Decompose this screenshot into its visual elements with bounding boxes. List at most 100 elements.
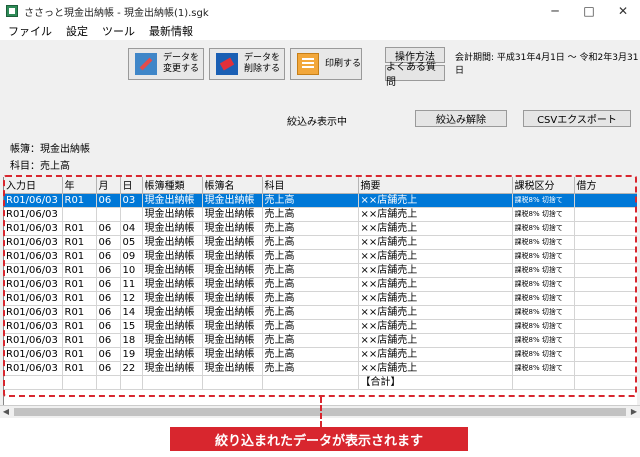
table-cell: 06: [96, 361, 121, 376]
maximize-button[interactable]: □: [572, 0, 606, 22]
table-row[interactable]: R01/06/03 R01 06 15 現金出納帳 現金出納帳 売上高 ××店舗売上 課税8% …: [4, 319, 637, 334]
table-cell: ××店舗売上: [358, 291, 513, 306]
table-row[interactable]: R01/06/03 R01 06 14 現金出納帳 現金出納帳 売上高 ××店舗売上 課税8% …: [4, 305, 637, 320]
menu-file[interactable]: ファイル: [8, 23, 52, 39]
clear-filter-button[interactable]: 絞込み解除: [415, 110, 507, 127]
scroll-right-icon[interactable]: ▶: [628, 406, 640, 418]
table-cell: 売上高: [262, 221, 359, 236]
table-row[interactable]: R01/06/03 R01 06 05 現金出納帳 現金出納帳 売上高 ××店舗売上 課税8% …: [4, 235, 637, 250]
table-row[interactable]: R01/06/03 R01 06 22 現金出納帳 現金出納帳 売上高 ××店舗売上 課税8% …: [4, 361, 637, 376]
table-cell: 現金出納帳: [142, 193, 203, 208]
table-row[interactable]: R01/06/03 R01 06 03 現金出納帳 現金出納帳 売上高 ××店舗売上 課税8% …: [4, 193, 637, 208]
faq-button[interactable]: よくある質問: [385, 62, 445, 88]
table-cell: R01: [62, 193, 97, 208]
table-cell: 06: [96, 235, 121, 250]
table-cell: 0: [574, 221, 637, 236]
close-button[interactable]: ✕: [606, 0, 640, 22]
table-cell: 現金出納帳: [202, 207, 263, 222]
table-cell: R01: [62, 235, 97, 250]
table-cell: 0: [574, 207, 637, 222]
column-header[interactable]: 課税区分: [512, 177, 575, 194]
callout-connector: [320, 397, 322, 427]
table-cell: [4, 375, 63, 390]
edit-data-button[interactable]: データを 変更する: [128, 48, 204, 80]
table-cell: [120, 375, 143, 390]
table-cell: 現金出納帳: [202, 333, 263, 348]
table-cell: R01: [62, 319, 97, 334]
table-cell: [120, 207, 143, 222]
delete-data-button[interactable]: データを 削除する: [209, 48, 285, 80]
table-row[interactable]: R01/06/03 R01 06 12 現金出納帳 現金出納帳 売上高 ××店舗売上 課税8% …: [4, 291, 637, 306]
book-label: 帳簿：現金出納帳: [10, 144, 90, 155]
window-title: ささっと現金出納帳 - 現金出納帳(1).sgk: [24, 7, 209, 19]
table-cell: R01/06/03: [4, 319, 63, 334]
table-cell: R01: [62, 333, 97, 348]
data-grid[interactable]: 入力日年月日帳簿種類 帳簿名 科目 摘要 課税区分 借方 R01/06/03 R01 06 03…: [3, 177, 637, 405]
menu-tools[interactable]: ツール: [102, 23, 135, 39]
menu-news[interactable]: 最新情報: [149, 23, 193, 39]
table-row[interactable]: R01/06/03 R01 06 11 現金出納帳 現金出納帳 売上高 ××店舗売上 課税8% …: [4, 277, 637, 292]
table-row[interactable]: R01/06/03 R01 06 04 現金出納帳 現金出納帳 売上高 ××店舗売上 課税8% …: [4, 221, 637, 236]
table-cell: R01/06/03: [4, 305, 63, 320]
table-cell: 10: [120, 263, 143, 278]
scroll-left-icon[interactable]: ◀: [0, 406, 12, 418]
table-cell: 19: [120, 347, 143, 362]
print-button[interactable]: 印刷する: [290, 48, 362, 80]
table-row[interactable]: R01/06/03現金出納帳現金出納帳売上高××店舗売上課税8% 切捨て0: [4, 207, 637, 222]
column-header[interactable]: 日: [120, 177, 143, 194]
minimize-button[interactable]: ─: [538, 0, 572, 22]
table-cell: R01: [62, 305, 97, 320]
table-cell: ××店舗売上: [358, 193, 513, 208]
menu-settings[interactable]: 設定: [66, 23, 88, 39]
table-cell: 売上高: [262, 249, 359, 264]
table-cell: R01: [62, 291, 97, 306]
csv-export-button[interactable]: CSVエクスポート: [523, 110, 631, 127]
column-header[interactable]: 借方: [574, 177, 637, 194]
print-icon: [297, 53, 319, 75]
total-row[interactable]: 【合計】 0: [4, 375, 637, 390]
table-cell: R01/06/03: [4, 193, 63, 208]
table-cell: 15: [120, 319, 143, 334]
table-cell: 課税8% 切捨て: [512, 249, 575, 264]
column-header[interactable]: 月: [96, 177, 121, 194]
filter-status: 絞込み表示中: [287, 117, 347, 128]
table-cell: 【合計】: [358, 375, 513, 390]
print-label: 印刷する: [324, 58, 361, 69]
table-cell: 課税8% 切捨て: [512, 193, 575, 208]
table-cell: 06: [96, 277, 121, 292]
table-cell: 売上高: [262, 291, 359, 306]
table-cell: 06: [96, 221, 121, 236]
table-cell: 現金出納帳: [202, 347, 263, 362]
table-cell: 06: [96, 291, 121, 306]
column-header[interactable]: 科目: [262, 177, 359, 194]
table-cell: 0: [574, 361, 637, 376]
table-cell: 売上高: [262, 361, 359, 376]
table-cell: 0: [574, 375, 637, 390]
table-cell: 0: [574, 235, 637, 250]
table-cell: [96, 375, 121, 390]
table-cell: R01/06/03: [4, 207, 63, 222]
table-cell: 課税8% 切捨て: [512, 333, 575, 348]
table-cell: R01/06/03: [4, 235, 63, 250]
table-row[interactable]: R01/06/03 R01 06 10 現金出納帳 現金出納帳 売上高 ××店舗売上 課税8% …: [4, 263, 637, 278]
table-cell: 06: [96, 305, 121, 320]
table-cell: R01/06/03: [4, 277, 63, 292]
table-cell: ××店舗売上: [358, 305, 513, 320]
column-header[interactable]: 年: [62, 177, 97, 194]
column-header[interactable]: 帳簿種類: [142, 177, 203, 194]
table-cell: 現金出納帳: [202, 221, 263, 236]
table-cell: 06: [96, 333, 121, 348]
column-header[interactable]: 入力日: [4, 177, 63, 194]
table-row[interactable]: R01/06/03 R01 06 09 現金出納帳 現金出納帳 売上高 ××店舗売上 課税8% …: [4, 249, 637, 264]
table-row[interactable]: R01/06/03 R01 06 18 現金出納帳 現金出納帳 売上高 ××店舗売上 課税8% …: [4, 333, 637, 348]
table-cell: R01: [62, 277, 97, 292]
table-cell: 現金出納帳: [202, 319, 263, 334]
table-cell: 04: [120, 221, 143, 236]
table-cell: 06: [96, 319, 121, 334]
table-cell: 課税8% 切捨て: [512, 207, 575, 222]
column-header[interactable]: 帳簿名: [202, 177, 263, 194]
column-header[interactable]: 摘要: [358, 177, 513, 194]
table-row[interactable]: R01/06/03 R01 06 19 現金出納帳 現金出納帳 売上高 ××店舗売上 課税8% …: [4, 347, 637, 362]
table-cell: [62, 207, 97, 222]
table-cell: [142, 375, 203, 390]
